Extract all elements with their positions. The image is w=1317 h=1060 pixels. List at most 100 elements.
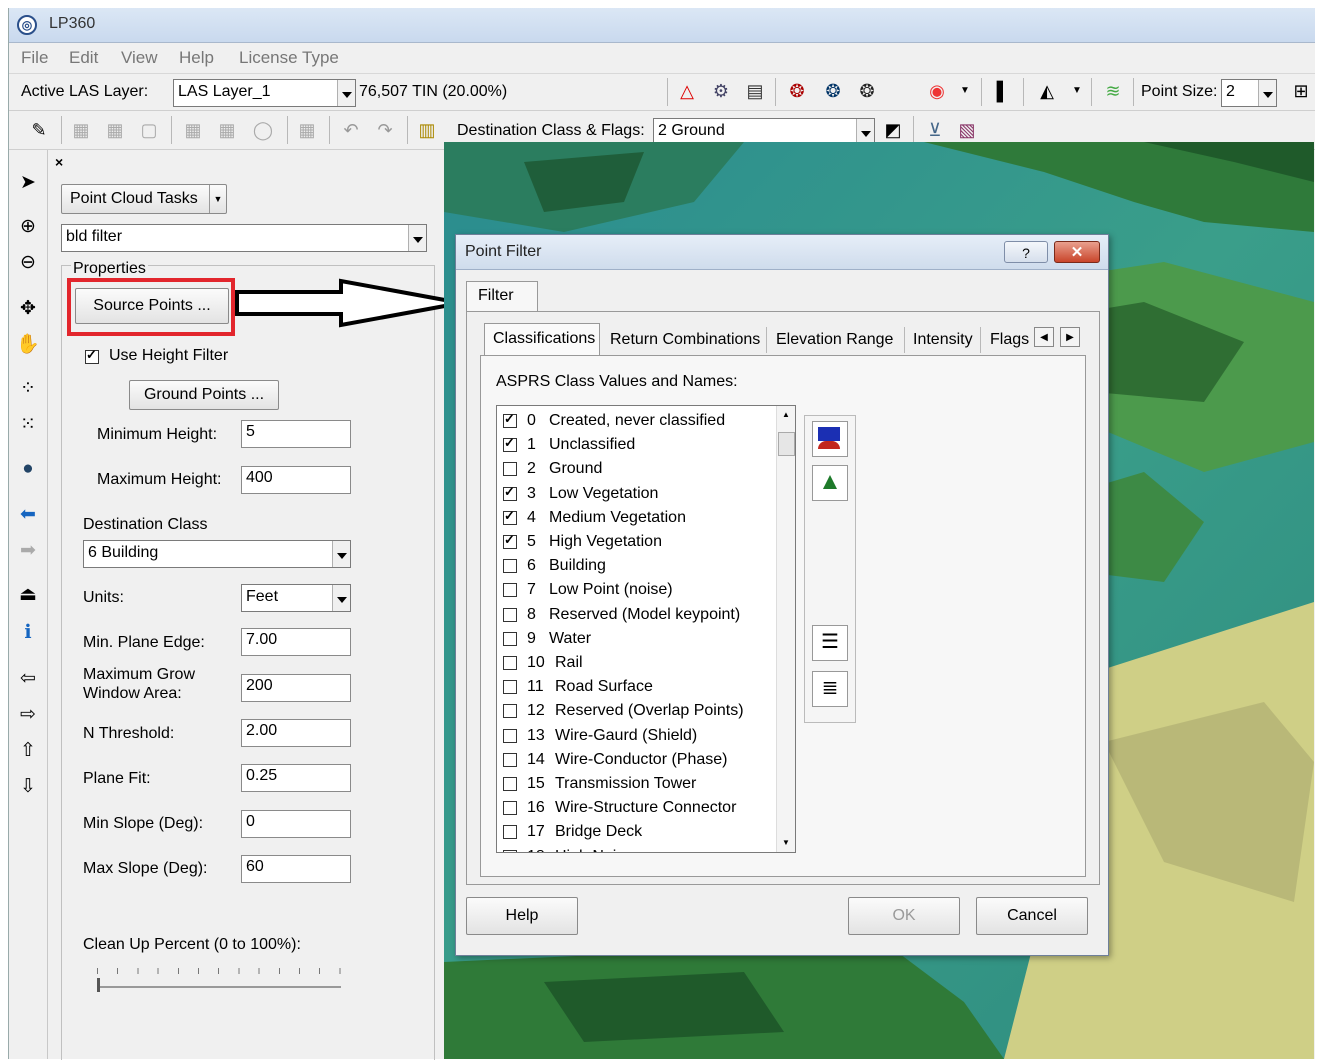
layer-add-icon[interactable]: ⚙ <box>709 79 733 103</box>
source-points-button[interactable]: Source Points ... <box>75 288 229 324</box>
pan-icon[interactable]: ✥ <box>15 296 41 322</box>
pointer-icon[interactable]: ➤ <box>15 170 41 196</box>
n-threshold-field[interactable]: 2.00 <box>241 719 351 747</box>
class-checkbox[interactable] <box>503 704 517 719</box>
min-slope-field[interactable]: 0 <box>241 810 351 838</box>
tab-flags[interactable]: Flags <box>990 331 1029 349</box>
tin-triangle-icon[interactable]: △ <box>675 79 699 103</box>
ok-button[interactable]: OK <box>848 897 960 935</box>
pan-down-icon[interactable]: ⇩ <box>15 774 41 800</box>
flag-icon[interactable]: ◩ <box>881 118 905 142</box>
tab-classifications[interactable]: Classifications <box>484 323 600 356</box>
properties-icon[interactable]: ▤ <box>743 79 767 103</box>
class-checkbox[interactable] <box>503 484 517 501</box>
chevron-down-icon[interactable]: ▼ <box>1065 79 1089 103</box>
chevron-down-icon[interactable]: ▼ <box>953 79 977 103</box>
class-checkbox[interactable] <box>503 801 517 816</box>
class-checkbox[interactable] <box>503 728 517 743</box>
hand-icon[interactable]: ✋ <box>15 332 41 358</box>
close-icon[interactable]: ✕ <box>1054 241 1100 263</box>
scroll-up-icon[interactable]: ▲ <box>777 406 795 424</box>
help-question-icon[interactable]: ? <box>1004 241 1048 263</box>
class-checkbox[interactable] <box>503 583 517 598</box>
menu-license-type[interactable]: License Type <box>239 48 339 68</box>
max-height-field[interactable]: 400 <box>241 466 351 494</box>
class-checkbox[interactable] <box>503 825 517 840</box>
grid-icon[interactable]: ⊞ <box>1289 79 1313 103</box>
tab-filter[interactable]: Filter <box>466 281 538 312</box>
vegetation-tree-icon[interactable]: ▲ <box>812 465 848 501</box>
globe-icon[interactable]: ● <box>15 456 41 482</box>
class-checkbox[interactable] <box>503 508 517 525</box>
menu-help[interactable]: Help <box>179 48 214 68</box>
zoom-out-icon[interactable]: ⊖ <box>15 250 41 276</box>
tab-elevation-range[interactable]: Elevation Range <box>776 331 893 349</box>
destination-class-dropdown[interactable]: 6 Building <box>83 540 351 568</box>
close-icon[interactable]: × <box>55 154 63 170</box>
classify-all-icon[interactable]: ❂ <box>855 79 879 103</box>
zoom-in-icon[interactable]: ⊕ <box>15 214 41 240</box>
contour-icon[interactable]: ≋ <box>1101 79 1125 103</box>
slider-thumb[interactable] <box>97 978 100 992</box>
class-list[interactable]: 0 Created, never classified 1 Unclassified 2… <box>496 405 796 853</box>
forward-arrow-icon[interactable]: ➡ <box>15 538 41 564</box>
help-button[interactable]: Help <box>466 897 578 935</box>
uncheck-all-icon[interactable]: ≣ <box>812 671 848 707</box>
use-height-filter-checkbox[interactable] <box>85 347 99 364</box>
class-checkbox[interactable] <box>503 559 517 574</box>
units-select[interactable]: Feet <box>241 584 351 612</box>
measure-icon[interactable]: ⏏ <box>15 582 41 608</box>
cleanup-percent-slider[interactable] <box>97 962 341 992</box>
pan-right-icon[interactable]: ⇨ <box>15 702 41 728</box>
min-plane-edge-field[interactable]: 7.00 <box>241 628 351 656</box>
cancel-button[interactable]: Cancel <box>976 897 1088 935</box>
task-filter-select[interactable]: bld filter <box>61 224 427 252</box>
class-checkbox[interactable] <box>503 607 517 622</box>
class-checkbox[interactable] <box>503 532 517 549</box>
menu-file[interactable]: File <box>21 48 48 68</box>
back-arrow-icon[interactable]: ⬅ <box>15 502 41 528</box>
active-layer-select[interactable]: LAS Layer_1 <box>173 79 356 107</box>
class-checkbox[interactable] <box>503 752 517 767</box>
check-all-icon[interactable]: ☰ <box>812 625 848 661</box>
tab-return-combinations[interactable]: Return Combinations <box>610 331 760 349</box>
point-size-select[interactable]: 2 <box>1221 79 1277 107</box>
zoom-fixed-out-icon[interactable]: ⁙ <box>15 412 41 438</box>
menu-view[interactable]: View <box>121 48 158 68</box>
classify-select-icon[interactable]: ❂ <box>821 79 845 103</box>
task-icon[interactable]: ⊻ <box>923 118 947 142</box>
class-checkbox[interactable] <box>503 462 517 477</box>
max-grow-field[interactable]: 200 <box>241 674 351 702</box>
pencil-icon[interactable]: ✎ <box>27 118 51 142</box>
classify-icon[interactable]: ❂ <box>785 79 809 103</box>
class-checkbox[interactable] <box>503 411 517 428</box>
class-checkbox[interactable] <box>503 656 517 670</box>
zoom-fixed-in-icon[interactable]: ⁘ <box>15 376 41 402</box>
ground-profile-icon[interactable] <box>812 421 848 457</box>
tab-scroll-right-icon[interactable]: ▶ <box>1060 327 1080 347</box>
menu-edit[interactable]: Edit <box>69 48 98 68</box>
scroll-thumb[interactable] <box>778 432 795 456</box>
pan-up-icon[interactable]: ⇧ <box>15 738 41 764</box>
min-height-field[interactable]: 5 <box>241 420 351 448</box>
scroll-down-icon[interactable]: ▼ <box>777 834 795 852</box>
class-checkbox[interactable] <box>503 849 517 852</box>
info-icon[interactable]: ℹ <box>15 620 41 646</box>
class-checkbox[interactable] <box>503 680 517 695</box>
rainbow-triangle-icon[interactable]: ◭ <box>1035 79 1059 103</box>
max-slope-field[interactable]: 60 <box>241 855 351 883</box>
tab-scroll-left-icon[interactable]: ◀ <box>1034 327 1054 347</box>
list-scrollbar[interactable]: ▲ ▼ <box>776 406 795 852</box>
class-checkbox[interactable] <box>503 777 517 791</box>
pan-left-icon[interactable]: ⇦ <box>15 666 41 692</box>
point-cloud-tasks-button[interactable]: Point Cloud Tasks ▼ <box>61 184 227 214</box>
tab-intensity[interactable]: Intensity <box>913 331 973 349</box>
plane-fit-field[interactable]: 0.25 <box>241 764 351 792</box>
layers-icon[interactable]: ▧ <box>955 118 979 142</box>
ground-points-button[interactable]: Ground Points ... <box>129 380 279 410</box>
reclass-icon[interactable]: ▥ <box>415 118 439 142</box>
class-checkbox[interactable] <box>503 631 517 646</box>
contrast-icon[interactable]: ▌ <box>991 79 1015 103</box>
color-ramp-icon[interactable]: ◉ <box>925 79 949 103</box>
class-checkbox[interactable] <box>503 435 517 453</box>
